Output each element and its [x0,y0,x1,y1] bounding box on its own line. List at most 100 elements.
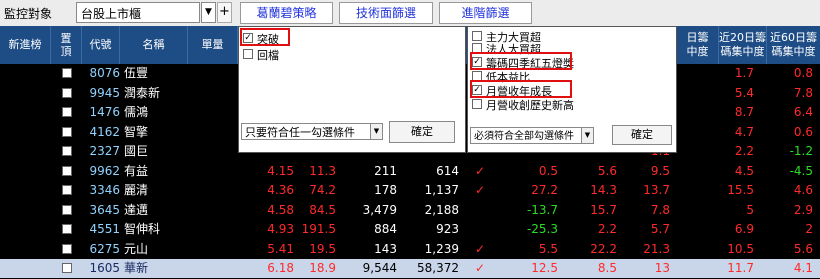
stock-name: 潤泰新 [124,85,161,100]
stock-name: 華新 [124,261,149,275]
change-pct: 84.5 [309,202,336,217]
value-1: -25.3 [526,222,558,236]
chip-concentration-1d: 9.5 [650,163,670,178]
volume: 884 [374,222,397,236]
volume: 3,479 [362,202,397,217]
pin-checkbox[interactable] [62,243,72,254]
total-volume: 58,372 [417,261,459,275]
chip-concentration-60d: -1.2 [789,144,813,158]
stock-code: 3645 [89,202,120,217]
pullback-checkbox[interactable] [243,49,253,59]
chip-concentration-20d: 10.5 [727,241,754,256]
table-row[interactable]: 6275 元山 5.41 19.5 143 1,239 ✓ 5.5 22.2 21.3 10.5 5.… [0,240,820,259]
chip-concentration-60d: 4.6 [793,183,813,197]
stock-code: 6275 [89,241,120,256]
col-pin-top[interactable]: 置頂 [51,26,82,64]
stock-code: 3346 [89,183,120,197]
chevron-down-icon[interactable]: ▼ [201,2,216,23]
value-2: 8.5 [597,261,617,275]
pin-checkbox[interactable] [62,185,72,195]
col-name[interactable]: 名稱 [120,26,188,64]
option-pullback[interactable]: 回檔 [243,47,323,62]
confirm-button[interactable]: 確定 [612,125,672,145]
check-icon: ✓ [474,183,486,197]
value-2: 15.7 [590,202,617,217]
highlight-frame [470,80,572,98]
chip-concentration-60d: 2 [805,222,813,236]
value-2: 5.6 [597,163,617,178]
option-monthly-revenue-high[interactable]: 月營收創歷史新高 [472,97,622,112]
chevron-down-icon[interactable]: ▼ [370,124,382,139]
price: 4.36 [267,183,294,197]
col-new-entry[interactable]: 新進榜 [0,26,51,64]
tab-granville-strategy[interactable]: 葛蘭碧策略 [240,2,333,24]
change-pct: 191.5 [301,222,336,236]
pin-checkbox[interactable] [62,107,72,117]
total-volume: 2,188 [424,202,459,217]
monitor-target-label: 監控對象 [4,7,53,21]
table-row[interactable]: 1605 華新 6.18 18.9 9,544 58,372 ✓ 12.5 8.5 13 11.7 4… [0,259,820,278]
value-1: 27.2 [531,183,558,197]
chip-concentration-60d: 0.8 [793,66,813,80]
market-select[interactable]: 台股上市櫃 [76,2,200,23]
col-code[interactable]: 代號 [82,26,120,64]
stock-name: 麗清 [124,183,149,197]
table-row[interactable]: 4551 智伸科 4.93 191.5 884 923 -25.3 2.2 5.7 6.9 2 [0,220,820,239]
chip-concentration-1d: 13.7 [643,183,670,197]
change-pct: 18.9 [309,261,336,275]
col-chip-concentration-20d[interactable]: 近20日籌 碼集中度 [719,26,767,64]
stock-code: 9962 [89,163,120,178]
table-row[interactable]: 9962 有益 4.15 11.3 211 614 ✓ 0.5 5.6 9.5 4.5 -4.5 [0,162,820,181]
pin-checkbox[interactable] [62,146,72,156]
col-chip-concentration-1d[interactable]: 日籌 中度 [677,26,719,64]
volume: 178 [374,183,397,197]
toolbar: 監控對象 台股上市櫃 ▼ + 葛蘭碧策略 技術面篩選 進階篩選 [0,0,820,26]
pin-checkbox[interactable] [62,68,72,78]
total-volume: 614 [436,163,459,178]
check-icon: ✓ [474,261,486,275]
highlight-frame [470,52,572,70]
monthly-revenue-high-checkbox[interactable] [472,99,482,109]
condition-select[interactable]: 必須符合全部勾選條件 ▼ [470,127,594,144]
value-1: 12.5 [531,261,558,275]
pin-checkbox[interactable] [62,263,72,273]
price: 4.15 [267,163,294,178]
volume: 211 [374,163,397,178]
pin-checkbox[interactable] [62,126,72,137]
pin-checkbox[interactable] [62,87,72,98]
value-2: 22.2 [590,241,617,256]
chip-concentration-20d: 2.2 [734,144,754,158]
change-pct: 19.5 [309,241,336,256]
chip-concentration-60d: 5.6 [793,241,813,256]
stock-name: 儒鴻 [124,105,149,119]
chip-concentration-60d: 2.9 [793,202,813,217]
chip-concentration-60d: 4.1 [793,261,813,275]
advanced-screen-popup: 主力大買超 法人大買超 ✓ 籌碼四季紅五燈獎 低本益比 ✓ 月營收年成長 月營收… [467,26,677,153]
tab-technical-screen[interactable]: 技術面篩選 [339,2,433,24]
volume: 9,544 [362,261,397,275]
chevron-down-icon[interactable]: ▼ [581,128,593,143]
table-row[interactable]: 3645 達邁 4.58 84.5 3,479 2,188 -13.7 15.7 7.8 5 2.9 [0,201,820,220]
check-icon: ✓ [474,241,486,256]
confirm-button[interactable]: 確定 [389,121,455,143]
chip-concentration-20d: 5.4 [734,85,754,100]
chip-concentration-20d: 4.5 [734,163,754,178]
stock-code: 8076 [89,66,120,80]
stock-code: 2327 [89,144,120,158]
major-buy-checkbox[interactable] [472,31,482,41]
table-row[interactable]: 3346 麗清 4.36 74.2 178 1,137 ✓ 27.2 14.3 13.7 15.5 4… [0,181,820,200]
chip-concentration-1d: 5.7 [650,222,670,236]
chip-concentration-20d: 4.7 [734,124,754,139]
chip-concentration-1d: 21.3 [643,241,670,256]
price: 6.18 [267,261,294,275]
pin-checkbox[interactable] [62,204,72,215]
tab-advanced-screen[interactable]: 進階篩選 [439,2,532,24]
condition-select[interactable]: 只要符合任一勾選條件 ▼ [241,123,383,140]
col-volume[interactable]: 單量 [188,26,238,64]
chip-concentration-1d: 13 [654,261,670,275]
add-button[interactable]: + [217,2,232,23]
pin-checkbox[interactable] [62,165,72,176]
col-chip-concentration-60d[interactable]: 近60日籌 碼集中度 [767,26,820,64]
value-1: -13.7 [526,202,558,217]
pin-checkbox[interactable] [62,224,72,234]
